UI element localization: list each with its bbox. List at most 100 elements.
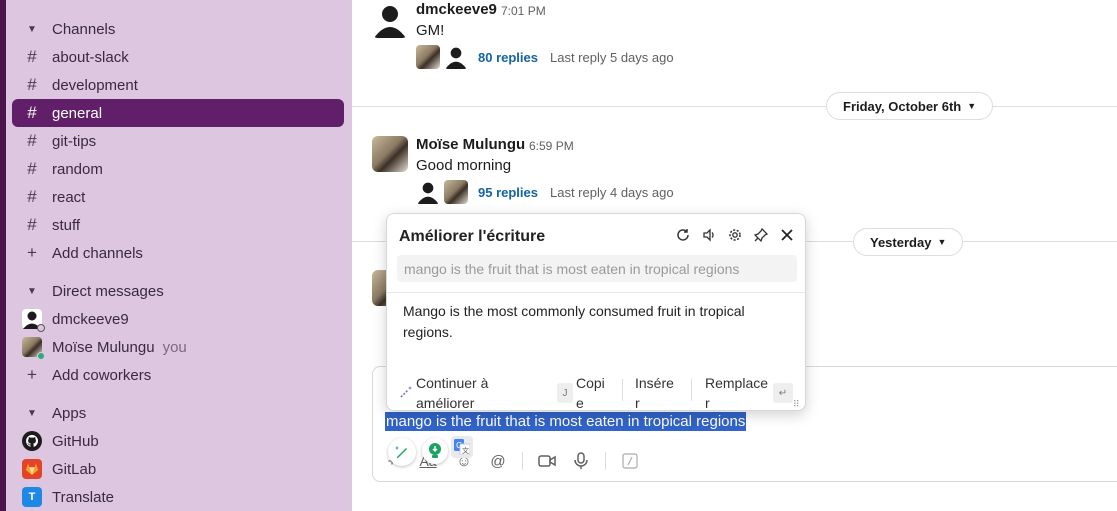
avatar-wrap	[12, 309, 52, 332]
channel-stuff[interactable]: # stuff	[12, 211, 344, 239]
channels-section-toggle[interactable]: ▼ Channels	[12, 15, 344, 43]
popup-header-actions	[675, 227, 795, 243]
github-icon	[22, 431, 42, 451]
apps-header: Apps	[52, 404, 87, 422]
hash-icon: #	[27, 75, 37, 94]
dm-dmckeeve9[interactable]: dmckeeve9	[12, 305, 344, 333]
channel-development[interactable]: # development	[12, 71, 344, 99]
message-text: Good morning	[416, 157, 512, 174]
app-label: GitLab	[52, 460, 97, 478]
icon-wrap: T	[12, 487, 52, 507]
mention-icon[interactable]: @	[488, 451, 508, 471]
app-translate[interactable]: T Translate	[12, 483, 344, 511]
dm-moise-mulungu[interactable]: Moïse Mulungu you	[12, 333, 344, 361]
date-divider-line	[352, 106, 1117, 107]
composer-selected-text[interactable]: mango is the fruit that is most eaten in…	[385, 412, 747, 431]
insert-label-2: r	[635, 395, 640, 411]
avatar	[22, 337, 45, 360]
avatar	[444, 45, 468, 69]
hash-icon: #	[27, 103, 37, 122]
microphone-icon[interactable]	[571, 451, 591, 471]
dm-header: Direct messages	[52, 282, 164, 300]
thread-replies[interactable]: 80 replies Last reply 5 days ago	[416, 45, 674, 69]
replace-button[interactable]: Remplace r	[705, 373, 768, 413]
dm-label: dmckeeve9	[52, 310, 129, 328]
lightbulb-icon[interactable]	[422, 438, 448, 464]
caret-down-icon: ▼	[27, 285, 37, 297]
channel-react[interactable]: # react	[12, 183, 344, 211]
author-name[interactable]: dmckeeve9	[416, 1, 497, 18]
chevron-down-icon: ▼	[937, 237, 947, 247]
thread-replies[interactable]: 95 replies Last reply 4 days ago	[416, 180, 674, 204]
add-coworkers-button[interactable]: + Add coworkers	[12, 361, 344, 389]
avatar	[444, 180, 468, 204]
date-divider-button[interactable]: Friday, October 6th ▼	[826, 92, 994, 120]
channel-random[interactable]: # random	[12, 155, 344, 183]
plus-icon: +	[27, 243, 37, 262]
copy-label-2: e	[576, 395, 584, 411]
last-reply: Last reply 4 days ago	[550, 184, 674, 200]
status-away-icon	[37, 324, 45, 332]
copy-shortcut-key: J	[557, 383, 573, 403]
channel-label: general	[52, 104, 103, 122]
add-channels-button[interactable]: + Add channels	[12, 239, 344, 267]
slash-command-icon[interactable]	[620, 451, 640, 471]
google-translate-icon[interactable]: G文	[451, 436, 473, 458]
timestamp[interactable]: 6:59 PM	[529, 139, 574, 153]
app-label: GitHub	[52, 432, 99, 450]
status-active-icon	[37, 352, 45, 360]
action-divider	[622, 379, 623, 401]
app-label: Translate	[52, 488, 114, 506]
resize-handle-icon[interactable]: ⠿	[793, 399, 800, 410]
date-divider-button[interactable]: Yesterday ▼	[853, 228, 964, 256]
replace-label-1: Remplace	[705, 375, 769, 391]
avatar	[416, 45, 440, 69]
continue-improving-button[interactable]: Continuer à améliorer	[416, 373, 488, 413]
refresh-icon[interactable]	[675, 227, 691, 243]
channel-about-slack[interactable]: # about-slack	[12, 43, 344, 71]
channel-general[interactable]: # general	[12, 99, 344, 127]
author-name[interactable]: Moïse Mulungu	[416, 136, 525, 153]
close-icon[interactable]	[779, 227, 795, 243]
insert-button[interactable]: Insére r	[635, 373, 674, 413]
date-label: Yesterday	[870, 234, 932, 250]
dm-section-toggle[interactable]: ▼ Direct messages	[12, 277, 344, 305]
avatar[interactable]	[372, 2, 408, 38]
speaker-icon[interactable]	[701, 227, 717, 243]
avatar	[416, 180, 440, 204]
improved-text: Mango is the most commonly consumed frui…	[403, 303, 745, 340]
you-tag: you	[162, 338, 187, 356]
plus-icon: +	[27, 365, 37, 384]
apps-section-toggle[interactable]: ▼ Apps	[12, 399, 344, 427]
timestamp[interactable]: 7:01 PM	[501, 4, 546, 18]
popup-title: Améliorer l'écriture	[399, 228, 546, 245]
sidebar: ▼ Channels # about-slack # development #…	[0, 0, 352, 511]
settings-gear-icon[interactable]	[727, 227, 743, 243]
replace-shortcut-key: ↵	[773, 383, 793, 403]
replies-count[interactable]: 95 replies	[478, 185, 538, 200]
hash-icon: #	[27, 215, 37, 234]
channel-label: development	[52, 76, 138, 94]
channels-header: Channels	[52, 20, 116, 38]
avatar[interactable]	[372, 136, 408, 172]
app-gitlab[interactable]: GitLab	[12, 455, 344, 483]
video-icon[interactable]	[537, 451, 557, 471]
pin-icon[interactable]	[753, 227, 769, 243]
hash-icon: #	[27, 131, 37, 150]
message-text: GM!	[416, 22, 445, 39]
sparkle-pen-icon[interactable]	[388, 438, 416, 466]
avatar-wrap	[12, 337, 52, 360]
translate-icon: T	[22, 487, 42, 507]
channel-git-tips[interactable]: # git-tips	[12, 127, 344, 155]
copy-button[interactable]: Copi e	[576, 373, 605, 413]
toolbar-divider	[522, 452, 523, 470]
channel-label: git-tips	[52, 132, 97, 150]
continue-label-2: améliorer	[416, 395, 475, 411]
channel-label: random	[52, 160, 103, 178]
dm-label: Moïse Mulungu	[52, 338, 155, 356]
action-divider	[691, 379, 692, 401]
original-text-field[interactable]: mango is the fruit that is most eaten in…	[397, 255, 797, 282]
replies-count[interactable]: 80 replies	[478, 50, 538, 65]
app-github[interactable]: GitHub	[12, 427, 344, 455]
popup-actions: Continuer à améliorer J Copi e Insére r …	[387, 369, 805, 411]
